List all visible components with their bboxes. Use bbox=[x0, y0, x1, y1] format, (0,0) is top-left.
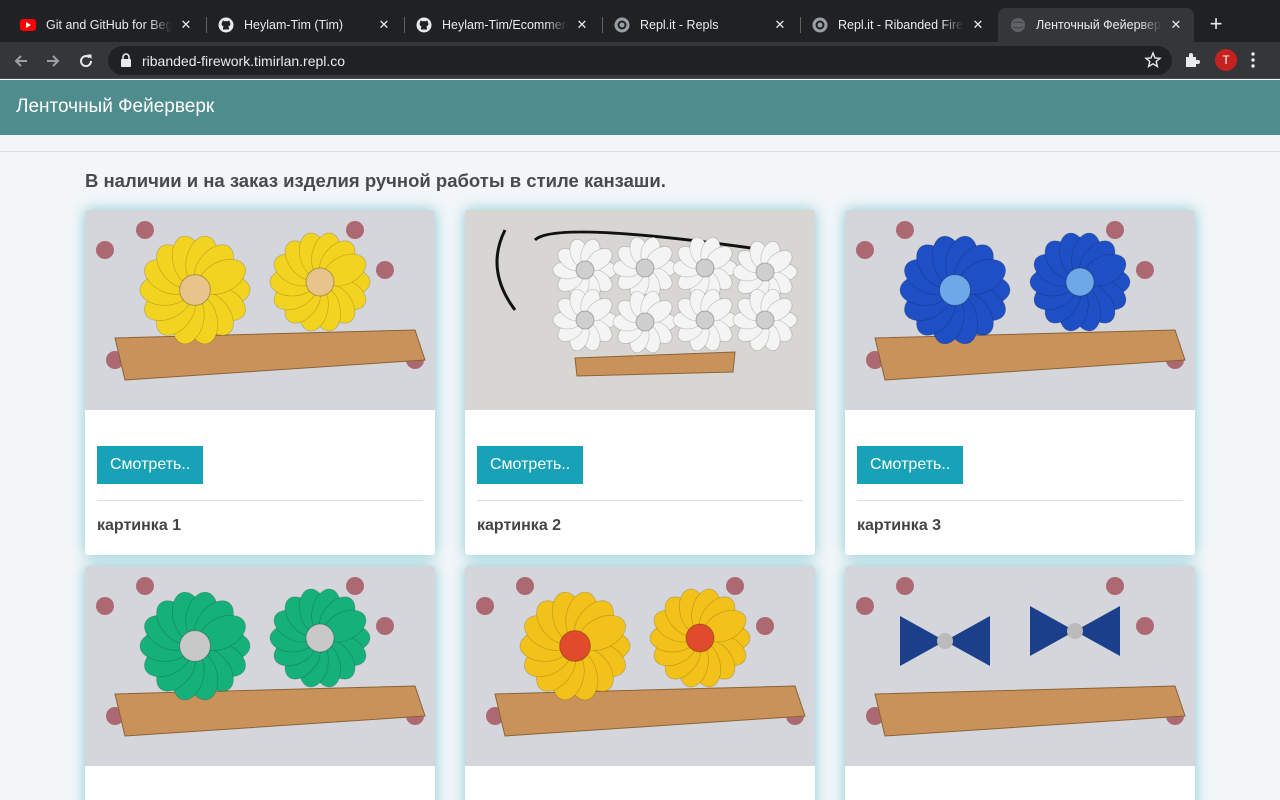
url-text[interactable]: ribanded-firework.timirlan.repl.co bbox=[142, 53, 345, 69]
product-image bbox=[845, 566, 1195, 766]
extensions-icon[interactable] bbox=[1183, 51, 1201, 74]
reload-button[interactable] bbox=[73, 48, 99, 74]
tab-replit-project[interactable]: Repl.it - Ribanded Firework ✕ bbox=[800, 8, 996, 42]
product-card bbox=[845, 566, 1195, 800]
back-button[interactable] bbox=[8, 48, 34, 74]
close-icon[interactable]: ✕ bbox=[772, 17, 788, 33]
arrow-left-icon bbox=[14, 55, 27, 67]
divider bbox=[0, 151, 1280, 152]
site-navbar: Ленточный Фейерверк bbox=[0, 80, 1280, 135]
lock-icon bbox=[120, 53, 132, 72]
browser-tab-strip: Git and GitHub for Beginners ✕ Heylam-Ti… bbox=[0, 0, 1280, 42]
tab-title: Repl.it - Repls bbox=[640, 18, 719, 32]
card-divider bbox=[857, 500, 1183, 501]
product-card bbox=[85, 566, 435, 800]
github-icon bbox=[218, 17, 234, 33]
product-image bbox=[465, 210, 815, 410]
card-caption: картинка 1 bbox=[97, 517, 182, 534]
product-photo bbox=[845, 566, 1195, 766]
tab-github-profile[interactable]: Heylam-Tim (Tim) ✕ bbox=[206, 8, 402, 42]
product-card: Смотреть.. картинка 2 bbox=[465, 210, 815, 555]
close-icon[interactable]: ✕ bbox=[376, 17, 392, 33]
globe-icon bbox=[1010, 17, 1026, 33]
tab-github-ecommerce[interactable]: Heylam-Tim/Ecommerce ✕ bbox=[404, 8, 600, 42]
profile-avatar[interactable]: T bbox=[1215, 49, 1237, 71]
product-card: Смотреть.. картинка 3 bbox=[845, 210, 1195, 555]
product-photo bbox=[845, 210, 1195, 410]
forward-button[interactable] bbox=[40, 48, 66, 74]
product-image bbox=[465, 566, 815, 766]
site-brand[interactable]: Ленточный Фейерверк bbox=[16, 96, 214, 118]
reload-icon bbox=[80, 54, 93, 68]
close-icon[interactable]: ✕ bbox=[970, 17, 986, 33]
star-icon[interactable] bbox=[1144, 51, 1162, 74]
tab-title: Heylam-Tim/Ecommerce bbox=[442, 18, 568, 32]
tab-active-site[interactable]: Ленточный Фейерверк ✕ bbox=[998, 8, 1194, 42]
product-photo bbox=[465, 566, 815, 766]
new-tab-button[interactable]: + bbox=[1204, 13, 1228, 37]
product-card bbox=[465, 566, 815, 800]
card-divider bbox=[477, 500, 803, 501]
youtube-icon bbox=[20, 17, 36, 33]
github-icon bbox=[416, 17, 432, 33]
product-photo bbox=[465, 210, 815, 410]
web-page: Ленточный Фейерверк В наличии и на заказ… bbox=[0, 80, 1280, 800]
address-bar[interactable]: ribanded-firework.timirlan.repl.co bbox=[108, 46, 1172, 75]
tab-title: Repl.it - Ribanded Firework bbox=[838, 18, 964, 32]
close-icon[interactable]: ✕ bbox=[178, 17, 194, 33]
arrow-right-icon bbox=[47, 55, 60, 67]
product-photo bbox=[85, 566, 435, 766]
view-button[interactable]: Смотреть.. bbox=[97, 446, 204, 484]
product-card: Смотреть.. картинка 1 bbox=[85, 210, 435, 555]
tab-replit-repls[interactable]: Repl.it - Repls ✕ bbox=[602, 8, 798, 42]
view-button[interactable]: Смотреть.. bbox=[857, 446, 964, 484]
tab-youtube[interactable]: Git and GitHub for Beginners ✕ bbox=[8, 8, 204, 42]
replit-icon bbox=[812, 17, 828, 33]
browser-toolbar: ribanded-firework.timirlan.repl.co T bbox=[0, 42, 1280, 79]
product-image bbox=[85, 210, 435, 410]
tab-title: Heylam-Tim (Tim) bbox=[244, 18, 344, 32]
product-image bbox=[845, 210, 1195, 410]
product-image bbox=[85, 566, 435, 766]
product-photo bbox=[85, 210, 435, 410]
view-button[interactable]: Смотреть.. bbox=[477, 446, 584, 484]
more-menu-icon[interactable] bbox=[1251, 52, 1255, 73]
card-caption: картинка 2 bbox=[477, 517, 562, 534]
tab-title: Git and GitHub for Beginners bbox=[46, 18, 172, 32]
close-icon[interactable]: ✕ bbox=[1168, 17, 1184, 33]
card-divider bbox=[97, 500, 423, 501]
replit-icon bbox=[614, 17, 630, 33]
card-caption: картинка 3 bbox=[857, 517, 942, 534]
tab-title: Ленточный Фейерверк bbox=[1036, 18, 1162, 32]
page-lead-text: В наличии и на заказ изделия ручной рабо… bbox=[85, 170, 666, 191]
close-icon[interactable]: ✕ bbox=[574, 17, 590, 33]
